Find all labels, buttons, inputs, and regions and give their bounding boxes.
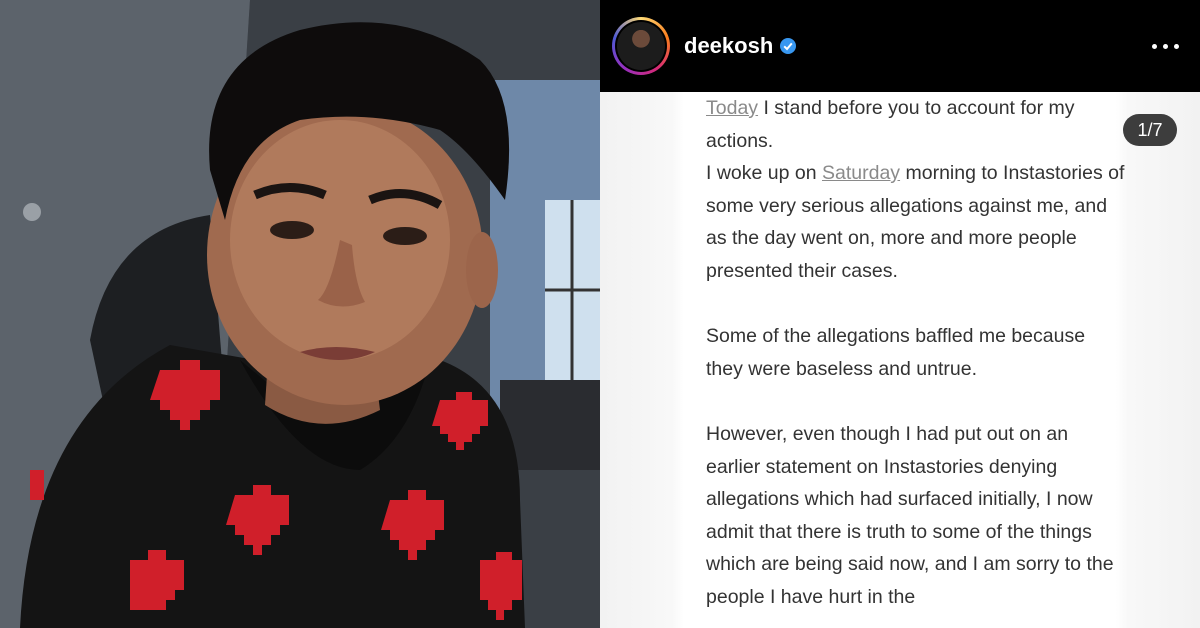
profile-photo [0,0,600,628]
paragraph-1-text: I stand before you to account for my act… [706,97,1075,152]
more-options-icon[interactable] [1148,34,1184,58]
avatar[interactable] [612,17,670,75]
paragraph-3: Some of the allegations baffled me becau… [706,325,1086,380]
verified-badge-icon [780,38,796,54]
paragraph-4: However, even though I had put out on an… [706,422,1114,608]
statement-text: Today I stand before you to account for … [706,92,1126,614]
statement-image: Today I stand before you to account for … [600,92,1200,628]
paragraph-2-text-a: I woke up on [706,162,822,185]
today-link[interactable]: Today [706,97,758,119]
post-header: deekosh [600,0,1200,92]
paragraph-2: I woke up on Saturday morning to Instast… [706,157,1126,287]
instagram-post: deekosh Today I stand before you to acco… [600,0,1200,628]
username[interactable]: deekosh [684,33,773,59]
paragraph-1: Today I stand before you to account for … [706,92,1126,157]
page-counter: 1/7 [1123,114,1177,146]
saturday-link[interactable]: Saturday [822,162,900,184]
